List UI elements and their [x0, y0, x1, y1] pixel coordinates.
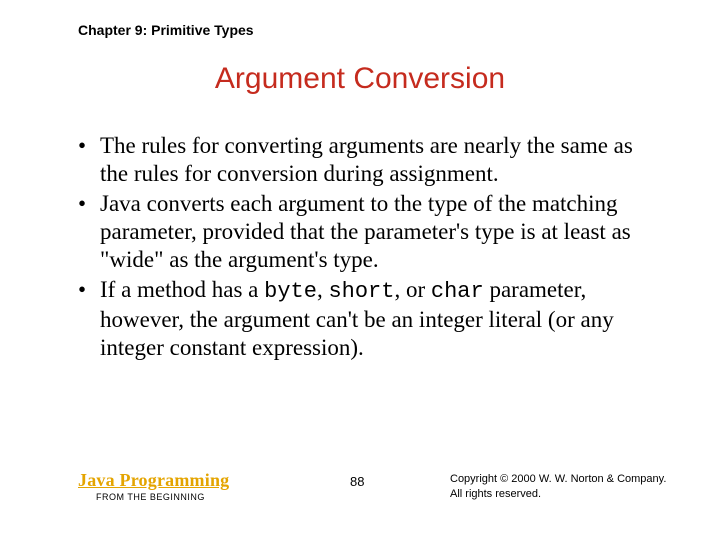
bullet-3: If a method has a byte, short, or char p… — [78, 276, 658, 362]
bullet-3-mid2: , or — [394, 277, 430, 302]
slide-footer: Java Programming FROM THE BEGINNING 88 C… — [78, 470, 680, 516]
code-char: char — [431, 279, 484, 304]
book-subtitle: FROM THE BEGINNING — [96, 492, 205, 502]
bullet-2-text: Java converts each argument to the type … — [100, 191, 631, 272]
code-short: short — [328, 279, 394, 304]
bullet-3-pre: If a method has a — [100, 277, 264, 302]
chapter-heading: Chapter 9: Primitive Types — [78, 22, 254, 38]
code-byte: byte — [264, 279, 317, 304]
bullet-1-text: The rules for converting arguments are n… — [100, 133, 633, 186]
page-number: 88 — [350, 474, 364, 489]
copyright-line1: Copyright © 2000 W. W. Norton & Company. — [450, 473, 666, 485]
copyright: Copyright © 2000 W. W. Norton & Company.… — [450, 472, 666, 502]
bullet-3-mid1: , — [317, 277, 329, 302]
copyright-line2: All rights reserved. — [450, 488, 541, 500]
slide-body: The rules for converting arguments are n… — [78, 132, 658, 364]
slide-title: Argument Conversion — [0, 62, 720, 96]
bullet-1: The rules for converting arguments are n… — [78, 132, 658, 188]
bullet-2: Java converts each argument to the type … — [78, 190, 658, 274]
book-title: Java Programming — [78, 470, 229, 491]
